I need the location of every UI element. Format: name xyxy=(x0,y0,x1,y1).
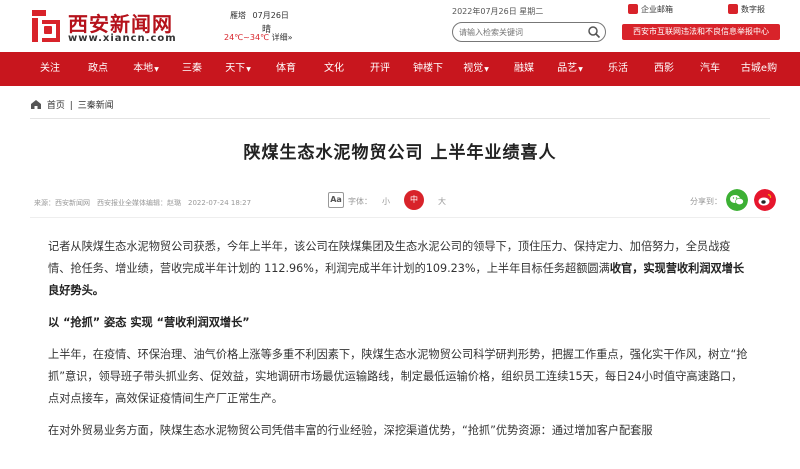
search-box xyxy=(452,22,606,42)
digital-paper-link[interactable]: 数字报 xyxy=(728,4,765,15)
weibo-share-icon[interactable] xyxy=(754,189,776,211)
font-medium-button[interactable]: 中 xyxy=(404,190,424,210)
breadcrumb-home[interactable]: 首页 xyxy=(47,101,65,111)
nav-item[interactable]: 天下▼ xyxy=(218,52,258,86)
share-label: 分享到： xyxy=(690,197,722,206)
enterprise-mail-link[interactable]: 企业邮箱 xyxy=(628,4,673,15)
chevron-down-icon: ▼ xyxy=(578,66,583,73)
digital-paper-label: 数字报 xyxy=(741,5,765,14)
font-small-button[interactable]: 小 xyxy=(382,196,390,207)
weather-temp: 24℃~34℃ xyxy=(224,33,270,42)
nav-item[interactable]: 汽车 xyxy=(690,52,730,86)
home-icon xyxy=(31,100,41,109)
article-paragraph: 在对外贸易业务方面，陕煤生态水泥物贸公司凭借丰富的行业经验，深挖渠道优势，“抢抓… xyxy=(48,424,653,437)
nav-item[interactable]: 融媒 xyxy=(504,52,544,86)
nav-item[interactable]: 西影 xyxy=(644,52,684,86)
logo-url: www.xiancn.com xyxy=(68,33,177,44)
wechat-share-icon[interactable] xyxy=(726,189,748,211)
nav-item[interactable]: 钟楼下 xyxy=(408,52,448,86)
nav-item[interactable]: 视觉▼ xyxy=(456,52,496,86)
main-nav: 关注 政点 本地▼ 三秦 天下▼ 体育 文化 开评 钟楼下 视觉▼ 融媒 品艺▼… xyxy=(0,52,800,86)
weather-widget: 雁塔 07月26日 晴 24℃~34℃ 详细» xyxy=(224,10,294,46)
font-size-label: 字体： xyxy=(348,197,372,206)
nav-item[interactable]: 政点 xyxy=(78,52,118,86)
font-size-icon: Aa xyxy=(328,192,344,208)
chevron-down-icon: ▼ xyxy=(246,66,251,73)
site-logo[interactable]: 西安新闻网 www.xiancn.com xyxy=(30,8,176,46)
chevron-down-icon: ▼ xyxy=(484,66,489,73)
breadcrumb: 首页 | 三秦新闻 xyxy=(30,98,114,114)
search-input[interactable] xyxy=(459,25,579,39)
mail-icon xyxy=(628,4,638,14)
nav-item[interactable]: 品艺▼ xyxy=(550,52,590,86)
nav-item[interactable]: 体育 xyxy=(266,52,306,86)
date-line: 2022年07月26日 星期二 xyxy=(452,7,544,16)
nav-item[interactable]: 文化 xyxy=(314,52,354,86)
site-header: 西安新闻网 www.xiancn.com 雁塔 07月26日 晴 24℃~34℃… xyxy=(0,0,800,52)
nav-item[interactable]: 本地▼ xyxy=(126,52,166,86)
font-large-button[interactable]: 大 xyxy=(438,196,446,207)
section-heading: 以 “抢抓” 姿态 实现 “营收利润双增长” xyxy=(48,316,250,329)
search-icon[interactable] xyxy=(587,25,601,39)
report-center-button[interactable]: 西安市互联网违法和不良信息举报中心 xyxy=(622,24,780,40)
article-paragraph: 上半年，在疫情、环保治理、油气价格上涨等多重不利因素下，陕煤生态水泥物贸公司科学… xyxy=(48,348,748,405)
nav-item[interactable]: 乐活 xyxy=(598,52,638,86)
chevron-down-icon: ▼ xyxy=(154,66,159,73)
breadcrumb-current[interactable]: 三秦新闻 xyxy=(78,101,114,111)
article-paragraph: 记者从陕煤生态水泥物贸公司获悉，今年上半年，该公司在陕煤集团及生态水泥公司的领导… xyxy=(48,240,745,297)
article-body: 记者从陕煤生态水泥物贸公司获悉，今年上半年，该公司在陕煤集团及生态水泥公司的领导… xyxy=(48,236,748,452)
nav-item[interactable]: 古城e购 xyxy=(736,52,782,86)
divider xyxy=(30,118,770,119)
breadcrumb-separator: | xyxy=(69,101,73,111)
nav-item[interactable]: 关注 xyxy=(30,52,70,86)
weather-temp-row: 24℃~34℃ 详细» xyxy=(224,32,292,43)
weather-detail-link[interactable]: 详细» xyxy=(272,33,293,42)
article-meta: 来源：西安新闻网 西安报业全媒体编辑：赵璐 2022-07-24 18:27 xyxy=(34,199,252,207)
divider xyxy=(30,217,770,218)
nav-item[interactable]: 开评 xyxy=(360,52,400,86)
weather-location-date: 雁塔 07月26日 xyxy=(230,10,289,21)
newspaper-icon xyxy=(728,4,738,14)
weather-date: 07月26日 xyxy=(252,11,289,20)
article-title: 陕煤生态水泥物贸公司 上半年业绩喜人 xyxy=(243,143,557,163)
nav-item[interactable]: 三秦 xyxy=(172,52,212,86)
enterprise-mail-label: 企业邮箱 xyxy=(641,5,673,14)
weather-location: 雁塔 xyxy=(230,11,246,20)
logo-icon xyxy=(30,10,62,44)
